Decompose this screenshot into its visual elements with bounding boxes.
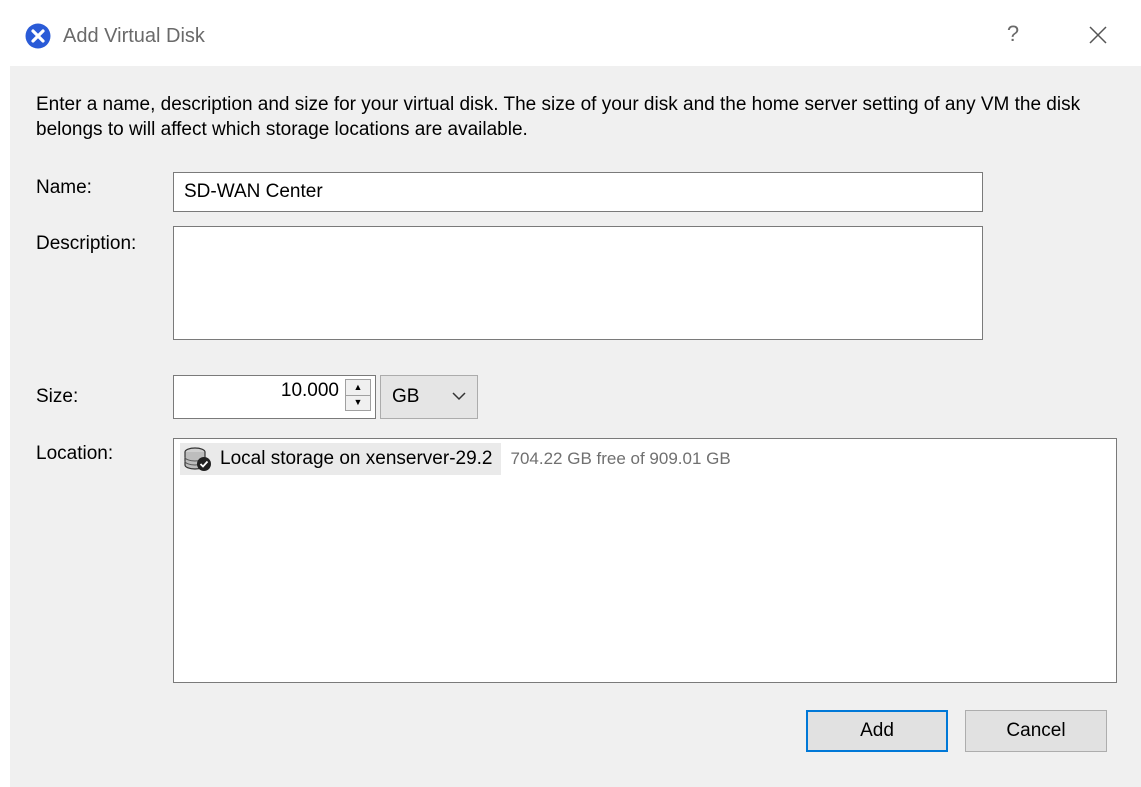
help-button[interactable]: ? <box>1000 19 1026 49</box>
size-unit-dropdown[interactable]: GB <box>380 375 478 419</box>
dialog-body: Enter a name, description and size for y… <box>10 66 1141 787</box>
location-free-space: 704.22 GB free of 909.01 GB <box>510 449 731 468</box>
add-virtual-disk-dialog: Add Virtual Disk ? Enter a name, descrip… <box>0 0 1141 787</box>
spin-down-icon[interactable]: ▼ <box>346 395 370 410</box>
size-unit-value: GB <box>392 386 420 407</box>
list-item[interactable]: Local storage on xenserver-29.2 704.22 G… <box>180 443 731 475</box>
location-label: Location: <box>36 443 114 464</box>
spin-up-icon[interactable]: ▲ <box>346 380 370 396</box>
name-input[interactable] <box>173 172 983 212</box>
description-label: Description: <box>36 233 137 254</box>
location-item-selected[interactable]: Local storage on xenserver-29.2 <box>180 443 501 475</box>
chevron-down-icon <box>452 392 466 401</box>
title-bar: Add Virtual Disk ? <box>0 0 1141 66</box>
location-list[interactable]: Local storage on xenserver-29.2 704.22 G… <box>173 438 1117 683</box>
close-icon[interactable] <box>1083 20 1113 50</box>
size-label: Size: <box>36 386 79 407</box>
description-input[interactable] <box>173 226 983 340</box>
xen-logo-icon <box>25 23 51 49</box>
cancel-button[interactable]: Cancel <box>965 710 1107 752</box>
location-name: Local storage on xenserver-29.2 <box>220 448 493 469</box>
intro-text: Enter a name, description and size for y… <box>36 94 1081 140</box>
size-spinner[interactable]: ▲ ▼ <box>345 379 371 411</box>
size-value[interactable]: 10.000 <box>281 376 339 406</box>
window-title: Add Virtual Disk <box>63 25 205 47</box>
storage-disk-icon <box>184 447 211 471</box>
name-label: Name: <box>36 177 92 198</box>
size-stepper[interactable]: 10.000 ▲ ▼ <box>173 375 376 419</box>
add-button[interactable]: Add <box>806 710 948 752</box>
